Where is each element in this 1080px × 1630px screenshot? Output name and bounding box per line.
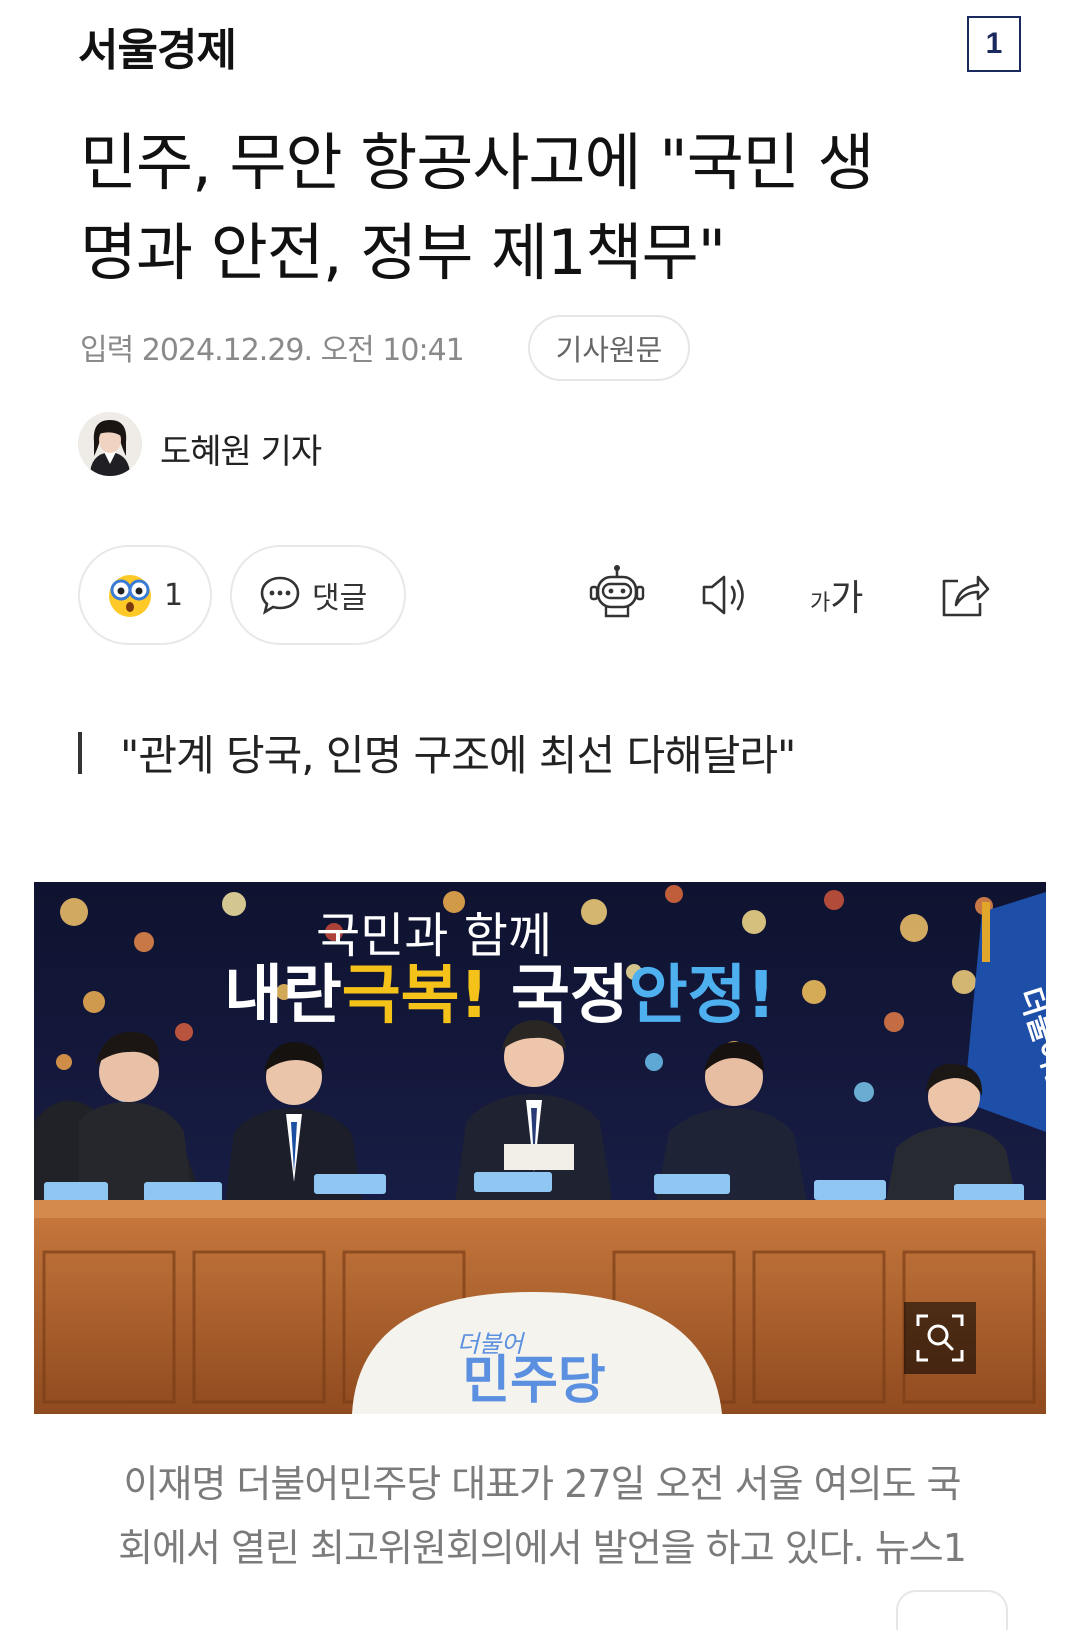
subheading-bar [78,731,82,774]
publish-date: 입력 2024.12.29. 오전 10:41 [80,333,465,368]
headline-line-1: 민주, 무안 항공사고에 "국민 생 [80,126,875,199]
font-size-small-label: 가 [810,591,831,616]
banner-part-2: 극복! [342,959,489,1033]
banner-gap [489,959,511,1033]
page-number-badge: 1 [967,16,1021,72]
font-size-large-label: 가 [830,578,864,619]
article-photo[interactable]: 국민과 함께 내란극복! 국정안정! 더불어 민주당 [34,882,1046,1414]
reaction-count: 1 [164,577,184,613]
photo-caption: 이재명 더불어민주당 대표가 27일 오전 서울 여의도 국 회에서 열린 최고… [92,1452,992,1580]
headline-line-2: 명과 안전, 정부 제1책무" [80,216,726,289]
speaker-icon [698,567,754,623]
caption-line-1: 이재명 더불어민주당 대표가 27일 오전 서울 여의도 국 [123,1462,961,1506]
comment-label: 댓글 [312,581,368,616]
read-aloud-button[interactable] [698,560,754,630]
reporter-name[interactable]: 도혜원 기자 [160,424,322,473]
comment-button[interactable]: 댓글 [230,545,406,645]
svg-text:내란극복! 국정안정!: 내란극복! 국정안정! [224,959,776,1033]
banner-part-4: 안정! [629,959,776,1033]
banner-part-1: 내란 [224,959,342,1033]
surprised-emoji-icon [106,571,154,619]
article-subheading: "관계 당국, 인명 구조에 최선 다해달라" [78,722,796,783]
share-icon [936,567,992,623]
share-button[interactable] [936,560,992,630]
caption-line-2: 회에서 열린 최고위원회의에서 발언을 하고 있다. 뉴스1 [118,1526,967,1570]
publisher-logo[interactable]: 서울경제 [78,14,237,78]
font-size-icon: 가 가 [810,569,863,621]
summary-bot-button[interactable] [586,560,648,630]
reporter-avatar[interactable] [78,412,142,476]
podium-large-text: 민주당 [462,1351,606,1411]
banner-line-1: 국민과 함께 [316,908,552,964]
original-article-button[interactable]: 기사원문 [528,315,690,381]
reaction-button[interactable]: 1 [78,545,212,645]
font-size-button[interactable]: 가 가 [810,560,863,630]
robot-summary-icon [586,564,648,626]
comment-bubble-icon [258,573,302,617]
zoom-icon [914,1312,966,1364]
bottom-partial-button[interactable] [896,1590,1008,1630]
subheading-text: "관계 당국, 인명 구조에 최선 다해달라" [120,731,796,780]
article-headline: 민주, 무안 항공사고에 "국민 생 명과 안전, 정부 제1책무" [80,118,1010,298]
zoom-button[interactable] [904,1302,976,1374]
